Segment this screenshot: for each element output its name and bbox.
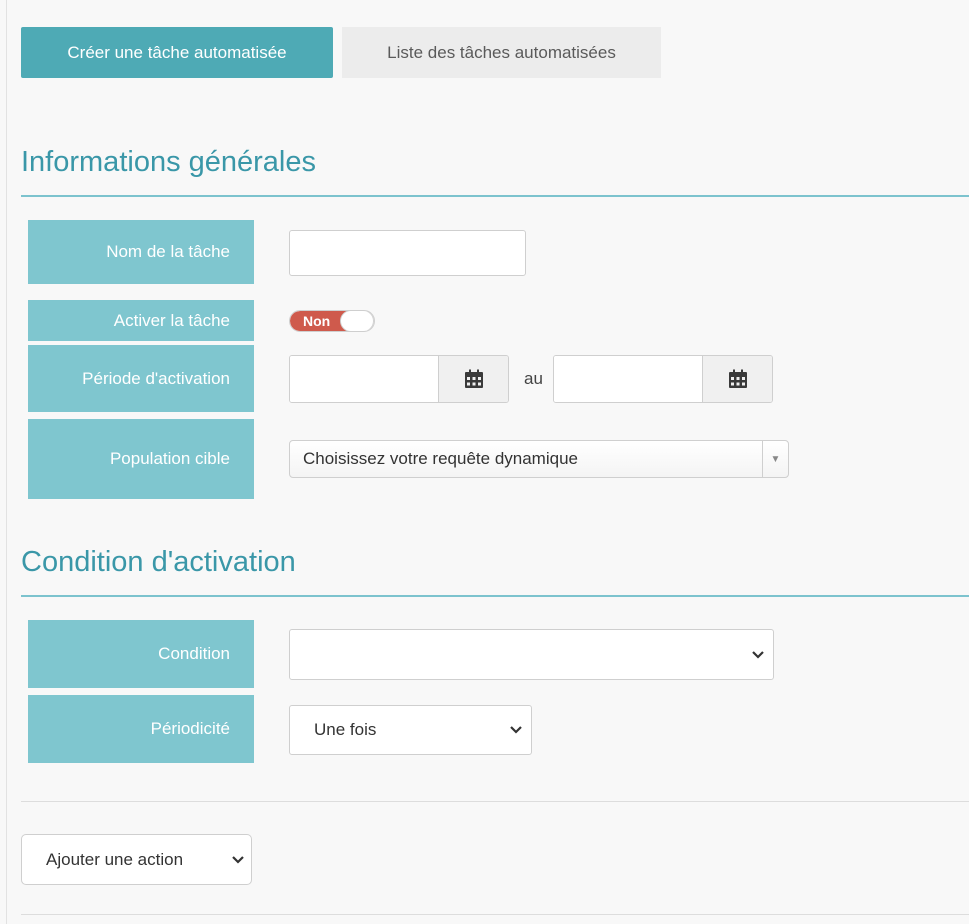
activate-task-toggle[interactable]: Non — [289, 310, 375, 332]
add-action-value: Ajouter une action — [46, 849, 184, 869]
label-activation-period: Période d'activation — [28, 345, 254, 412]
tab-task-list-label: Liste des tâches automatisées — [387, 42, 616, 62]
tab-create-task[interactable]: Créer une tâche automatisée — [21, 27, 333, 78]
condition-select[interactable] — [289, 629, 774, 680]
label-periodicity: Périodicité — [28, 695, 254, 763]
label-target-population: Population cible — [28, 419, 254, 499]
section-divider-general — [21, 195, 969, 197]
calendar-icon — [728, 369, 747, 388]
divider — [21, 801, 969, 802]
label-periodicity-text: Périodicité — [150, 719, 230, 738]
label-target-population-text: Population cible — [109, 449, 230, 468]
toggle-state-label: Non — [303, 313, 331, 329]
tab-create-task-label: Créer une tâche automatisée — [67, 42, 287, 62]
target-population-value: Choisissez votre requête dynamique — [303, 449, 578, 468]
target-population-select[interactable]: Choisissez votre requête dynamique ▼ — [289, 440, 789, 478]
label-activate-task-text: Activer la tâche — [113, 310, 230, 330]
period-end-calendar-button[interactable] — [702, 356, 772, 402]
label-task-name: Nom de la tâche — [28, 220, 254, 284]
chevron-down-icon — [752, 650, 764, 659]
calendar-icon — [464, 369, 483, 388]
label-activate-task: Activer la tâche — [28, 300, 254, 341]
label-condition: Condition — [28, 620, 254, 688]
period-end-group — [553, 355, 773, 403]
period-separator: au — [524, 369, 543, 388]
section-title-general: Informations générales — [21, 146, 316, 178]
tab-task-list[interactable]: Liste des tâches automatisées — [342, 27, 661, 78]
divider — [21, 914, 969, 915]
caret-down-icon: ▼ — [762, 441, 788, 477]
section-title-activation: Condition d'activation — [21, 546, 296, 578]
period-end-input[interactable] — [554, 356, 703, 402]
add-action-select[interactable]: Ajouter une action — [21, 834, 252, 885]
label-condition-text: Condition — [158, 644, 230, 663]
periodicity-value: Une fois — [314, 720, 377, 739]
section-divider-activation — [21, 595, 969, 597]
period-start-input[interactable] — [290, 356, 439, 402]
page-left-border — [6, 0, 7, 924]
chevron-down-icon — [510, 726, 522, 734]
label-task-name-text: Nom de la tâche — [106, 242, 230, 261]
task-name-input[interactable] — [289, 230, 526, 276]
chevron-down-icon — [232, 855, 244, 864]
periodicity-select[interactable]: Une fois — [289, 705, 532, 755]
label-activation-period-text: Période d'activation — [82, 368, 230, 388]
toggle-knob[interactable] — [340, 311, 374, 331]
period-start-calendar-button[interactable] — [438, 356, 508, 402]
period-start-group — [289, 355, 509, 403]
